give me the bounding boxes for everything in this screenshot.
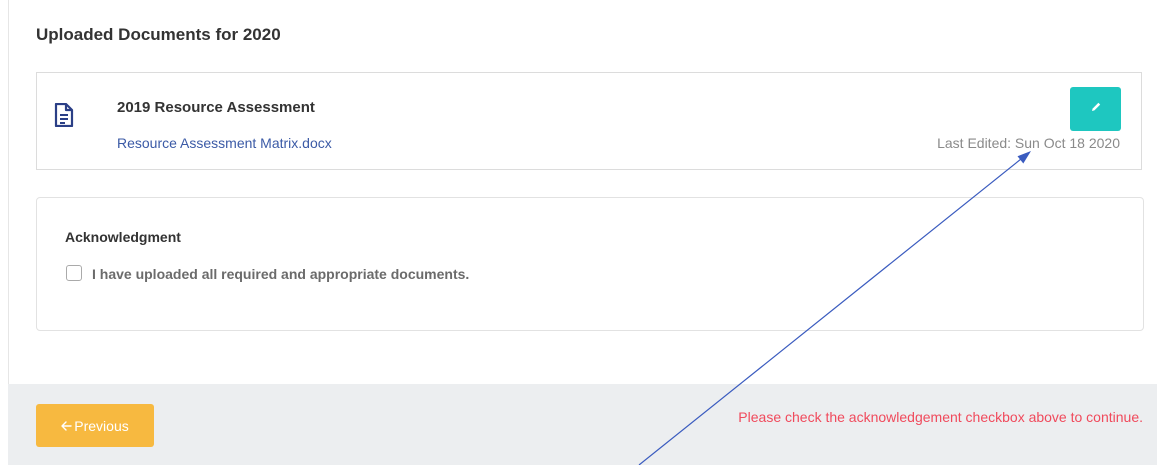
section-title: Uploaded Documents for 2020 xyxy=(36,25,281,44)
document-card: 2019 Resource Assessment Resource Assess… xyxy=(36,72,1142,170)
acknowledgment-checkbox-label[interactable]: I have uploaded all required and appropr… xyxy=(92,266,469,282)
previous-button-label: Previous xyxy=(74,417,129,434)
document-title: 2019 Resource Assessment xyxy=(117,99,315,116)
acknowledgement-warning: Please check the acknowledgement checkbo… xyxy=(738,409,1143,425)
last-edited-text: Last Edited: Sun Oct 18 2020 xyxy=(937,135,1120,151)
acknowledgment-checkbox[interactable] xyxy=(66,265,82,281)
footer-bar: Previous Please check the acknowledgemen… xyxy=(8,384,1157,465)
acknowledgment-title: Acknowledgment xyxy=(65,229,181,245)
document-icon xyxy=(54,102,74,128)
edit-document-button[interactable] xyxy=(1070,87,1121,131)
document-file-link[interactable]: Resource Assessment Matrix.docx xyxy=(117,135,332,151)
left-divider xyxy=(8,0,9,384)
previous-button[interactable]: Previous xyxy=(36,404,154,447)
arrow-left-icon xyxy=(61,418,72,434)
pencil-icon xyxy=(1090,100,1102,118)
acknowledgment-card: Acknowledgment I have uploaded all requi… xyxy=(36,197,1144,331)
